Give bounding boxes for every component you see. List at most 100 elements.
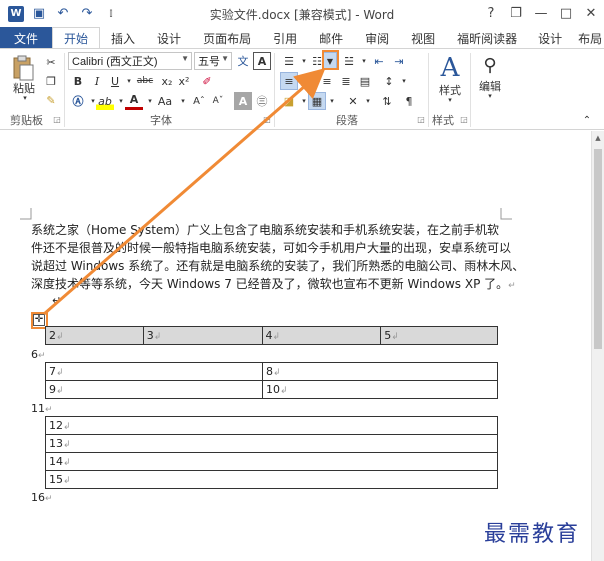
vertical-scrollbar[interactable]: ▲ <box>591 131 604 561</box>
chevron-down-icon[interactable]: ▾ <box>445 95 455 105</box>
shrink-font-button[interactable]: Aˇ <box>209 92 227 110</box>
table-2[interactable]: 7↲ 8↲ 9↲ 10↲ <box>45 362 498 399</box>
paste-dropdown-icon[interactable]: ▾ <box>20 93 30 103</box>
increase-indent-icon[interactable]: ⇥ <box>390 52 408 70</box>
clear-format-icon[interactable]: ✐ <box>198 72 216 90</box>
font-name-value: Calibri (西文正文) <box>72 56 158 68</box>
tab-review[interactable]: 审阅 <box>354 27 400 49</box>
font-group-label: 字体 <box>150 114 172 127</box>
paragraph-group-label: 段落 <box>336 114 358 127</box>
tab-foxit-reader[interactable]: 福昕阅读器 <box>446 27 528 49</box>
decrease-indent-icon[interactable]: ⇤ <box>370 52 388 70</box>
table-cell[interactable]: 12↲ <box>45 416 498 435</box>
tab-file[interactable]: 文件 <box>0 27 53 49</box>
table-cell[interactable]: 10↲ <box>262 380 498 399</box>
table-cell[interactable]: 3↲ <box>142 326 263 345</box>
tab-design[interactable]: 设计 <box>146 27 192 49</box>
italic-button[interactable]: I <box>88 72 106 90</box>
clipboard-launcher-icon[interactable]: ◲ <box>52 114 62 124</box>
table-row: 14↲ <box>45 452 498 471</box>
paragraph-6: 6↵ <box>31 348 46 361</box>
table-cell[interactable]: 9↲ <box>45 380 263 399</box>
help-button[interactable]: ? <box>480 3 502 23</box>
chevron-down-icon[interactable]: ▾ <box>359 92 377 110</box>
table-cell[interactable]: 7↲ <box>45 362 263 381</box>
chevron-down-icon[interactable]: ▾ <box>323 92 341 110</box>
tab-home[interactable]: 开始 <box>52 27 101 49</box>
styles-launcher-icon[interactable]: ◲ <box>459 114 469 124</box>
table-3[interactable]: 12↲ 13↲ 14↲ 15↲ <box>45 416 498 489</box>
cut-icon[interactable]: ✂ <box>42 53 60 71</box>
table-cell[interactable]: 2↲ <box>45 326 144 345</box>
show-marks-icon[interactable]: ¶ <box>400 92 418 110</box>
grow-font-button[interactable]: Aˆ <box>190 92 208 110</box>
table-cell[interactable]: 14↲ <box>45 452 498 471</box>
paragraph-11: 11↵ <box>31 402 53 415</box>
table-cell[interactable]: 13↲ <box>45 434 498 453</box>
bold-button[interactable]: B <box>69 72 87 90</box>
align-left-icon[interactable]: ≡ <box>280 72 298 90</box>
char-shading-button[interactable]: A <box>234 92 252 110</box>
ribbon-tabs: 文件 开始 插入 设计 页面布局 引用 邮件 审阅 视图 福昕阅读器 设计 布局 <box>0 27 604 49</box>
paragraph-line-2: 件还不是很普及的时候一般特指电脑系统安装，可如今手机用户大量的出现，安卓系统可以 <box>31 241 512 255</box>
subscript-button[interactable]: x₂ <box>158 72 176 90</box>
chevron-down-icon[interactable]: ▾ <box>395 72 413 90</box>
align-center-icon[interactable]: ≡ <box>299 72 317 90</box>
table-row: 9↲ 10↲ <box>45 380 498 399</box>
chevron-down-icon[interactable]: ▾ <box>485 91 495 101</box>
enclose-circle-icon[interactable]: ㊂ <box>253 92 271 110</box>
font-launcher-icon[interactable]: ◲ <box>262 114 272 124</box>
paste-icon[interactable] <box>10 55 36 81</box>
undo-icon[interactable]: ↶ <box>54 5 72 23</box>
tab-references[interactable]: 引用 <box>262 27 308 49</box>
customize-qat-icon[interactable]: ⫾ <box>102 5 120 23</box>
format-painter-icon[interactable]: ✎ <box>42 91 60 109</box>
tab-table-layout[interactable]: 布局 <box>572 27 604 49</box>
tab-page-layout[interactable]: 页面布局 <box>192 27 262 49</box>
table-row: 15↲ <box>45 470 498 489</box>
binoculars-icon[interactable]: ⚲ <box>477 53 503 77</box>
document-canvas[interactable] <box>0 131 604 561</box>
maximize-button[interactable]: □ <box>555 3 577 23</box>
tab-table-design[interactable]: 设计 <box>528 27 572 49</box>
collapse-ribbon-icon[interactable]: ⌃ <box>580 113 594 127</box>
font-name-combo[interactable]: Calibri (西文正文) ▼ <box>68 52 192 70</box>
change-case-button[interactable]: Aa <box>155 92 175 110</box>
table-row: 12↲ <box>45 416 498 435</box>
paragraph-launcher-icon[interactable]: ◲ <box>416 114 426 124</box>
enclose-char-icon[interactable]: A <box>253 52 271 70</box>
table-row-1[interactable]: 2↲ 3↲ 4↲ 5↲ <box>45 326 498 345</box>
paragraph-16: 16↵ <box>31 491 53 504</box>
scroll-thumb[interactable] <box>594 149 602 349</box>
tab-insert[interactable]: 插入 <box>100 27 146 49</box>
table-cell[interactable]: 4↲ <box>261 326 382 345</box>
align-right-icon[interactable]: ≡ <box>318 72 336 90</box>
table-cell[interactable]: 8↲ <box>262 362 498 381</box>
tab-view[interactable]: 视图 <box>400 27 446 49</box>
minimize-button[interactable]: — <box>530 3 552 23</box>
word-app-icon[interactable]: W <box>8 5 24 22</box>
sort-icon[interactable]: ⇅ <box>378 92 396 110</box>
scroll-up-icon[interactable]: ▲ <box>592 131 604 145</box>
redo-icon[interactable]: ↷ <box>78 5 96 23</box>
wen-phonetic-icon[interactable]: 文 <box>234 52 252 70</box>
paragraph-line-3: 说超过 Windows 系统了。还有就是电脑系统的安装了，我们所熟悉的电脑公司、… <box>31 259 525 273</box>
table-row: 13↲ <box>45 434 498 453</box>
close-button[interactable]: ✕ <box>580 3 602 23</box>
distributed-icon[interactable]: ▤ <box>356 72 374 90</box>
superscript-button[interactable]: x² <box>175 72 193 90</box>
table-row: 7↲ 8↲ <box>45 362 498 381</box>
styles-icon[interactable]: A <box>436 53 464 83</box>
page-corner-mark <box>20 208 32 220</box>
copy-icon[interactable]: ❐ <box>42 72 60 90</box>
save-icon[interactable]: ▣ <box>30 5 48 23</box>
tab-mailings[interactable]: 邮件 <box>308 27 354 49</box>
table-cell[interactable]: 15↲ <box>45 470 498 489</box>
font-size-combo[interactable]: 五号 ▼ <box>194 52 232 70</box>
paragraph-line-4: 深度技术等等系统，今天 Windows 7 已经普及了，微软也宣布不更新 Win… <box>31 277 516 291</box>
ribbon-display-options-button[interactable]: ❐ <box>505 3 527 23</box>
strikethrough-button[interactable]: abc <box>134 72 156 90</box>
paragraph-mark: ↵ <box>508 281 516 291</box>
justify-icon[interactable]: ≣ <box>337 72 355 90</box>
table-cell[interactable]: 5↲ <box>380 326 498 345</box>
